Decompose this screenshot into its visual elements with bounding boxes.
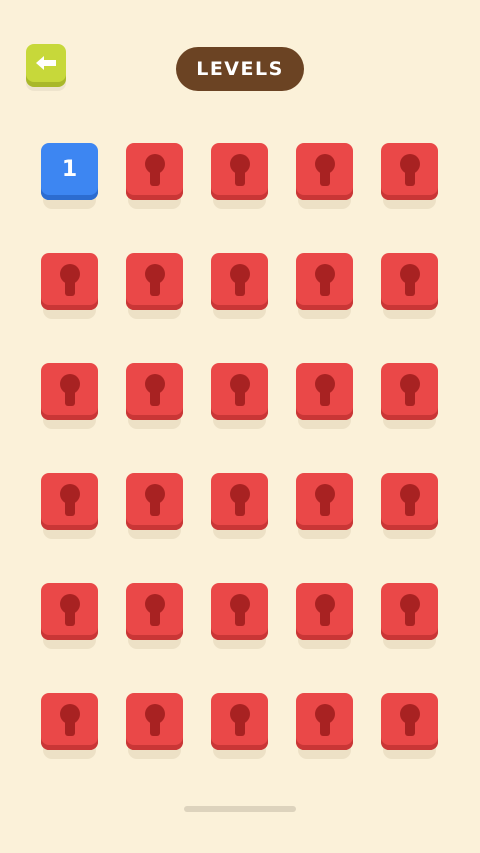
levels-title-pill: LEVELS [176,47,304,91]
locked-level-tile[interactable] [381,583,438,649]
locked-level-tile[interactable] [381,363,438,429]
locked-level-tile[interactable] [41,583,98,649]
home-indicator [184,806,296,812]
locked-level-tile[interactable] [126,693,183,759]
locked-level-tile[interactable] [296,473,353,539]
keyhole-lock-icon [399,484,420,516]
locked-level-tile[interactable] [41,363,98,429]
keyhole-lock-icon [229,704,250,736]
keyhole-lock-icon [314,484,335,516]
level-grid: 1 [41,143,438,759]
locked-level-tile[interactable] [41,473,98,539]
locked-level-tile[interactable] [41,693,98,759]
locked-level-tile[interactable] [296,583,353,649]
keyhole-lock-icon [314,704,335,736]
locked-level-tile[interactable] [126,143,183,209]
keyhole-lock-icon [314,374,335,406]
keyhole-lock-icon [399,704,420,736]
locked-level-tile[interactable] [126,583,183,649]
locked-level-tile[interactable] [296,363,353,429]
locked-level-tile[interactable] [126,473,183,539]
locked-level-tile[interactable] [381,143,438,209]
keyhole-lock-icon [144,374,165,406]
keyhole-lock-icon [314,154,335,186]
keyhole-lock-icon [399,374,420,406]
keyhole-lock-icon [399,264,420,296]
locked-level-tile[interactable] [296,253,353,319]
keyhole-lock-icon [229,154,250,186]
keyhole-lock-icon [59,484,80,516]
locked-level-tile[interactable] [296,693,353,759]
keyhole-lock-icon [314,264,335,296]
keyhole-lock-icon [59,264,80,296]
locked-level-tile[interactable] [211,583,268,649]
locked-level-tile[interactable] [211,143,268,209]
keyhole-lock-icon [59,704,80,736]
keyhole-lock-icon [229,594,250,626]
keyhole-lock-icon [314,594,335,626]
arrow-left-icon [36,56,56,70]
keyhole-lock-icon [229,484,250,516]
keyhole-lock-icon [229,374,250,406]
keyhole-lock-icon [399,594,420,626]
keyhole-lock-icon [229,264,250,296]
keyhole-lock-icon [144,264,165,296]
keyhole-lock-icon [144,484,165,516]
locked-level-tile[interactable] [211,253,268,319]
locked-level-tile[interactable] [211,693,268,759]
locked-level-tile[interactable] [211,363,268,429]
keyhole-lock-icon [144,154,165,186]
locked-level-tile[interactable] [381,693,438,759]
locked-level-tile[interactable] [296,143,353,209]
keyhole-lock-icon [399,154,420,186]
keyhole-lock-icon [144,594,165,626]
locked-level-tile[interactable] [126,363,183,429]
locked-level-tile[interactable] [381,253,438,319]
level-number: 1 [61,157,78,182]
keyhole-lock-icon [59,594,80,626]
level-tile-1[interactable]: 1 [41,143,98,209]
keyhole-lock-icon [59,374,80,406]
locked-level-tile[interactable] [126,253,183,319]
locked-level-tile[interactable] [41,253,98,319]
back-button[interactable] [26,44,66,82]
locked-level-tile[interactable] [381,473,438,539]
locked-level-tile[interactable] [211,473,268,539]
keyhole-lock-icon [144,704,165,736]
page-title: LEVELS [196,58,284,80]
